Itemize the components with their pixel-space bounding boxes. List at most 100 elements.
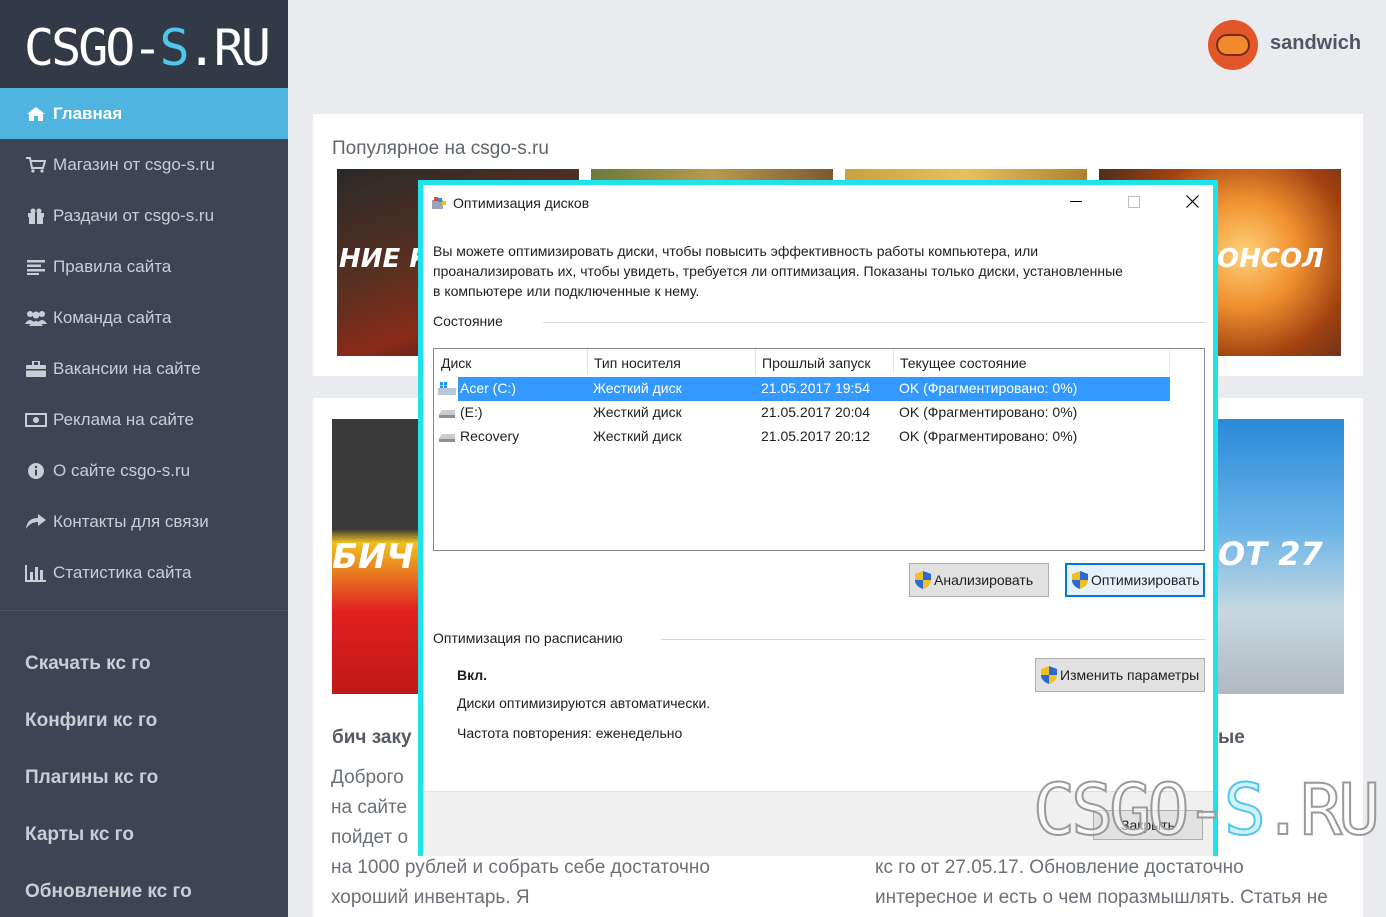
close-window-button[interactable] [1163,185,1221,218]
minimize-icon [1070,200,1082,202]
schedule-section-label: Оптимизация по расписанию [433,630,623,646]
column-header-current-status[interactable]: Текущее состояние [900,355,1027,371]
sidebar: CSGO-S.RU Главная Магазин от csgo-s.ru Р… [0,0,288,917]
schedule-state: Вкл. [457,667,488,683]
disk-media-type: Жесткий диск [593,404,682,420]
sidebar-item-label: Команда сайта [53,307,172,327]
sidebar-link-maps[interactable]: Карты кс го [25,824,134,846]
sidebar-link-configs[interactable]: Конфиги кс го [25,710,157,732]
disk-status: OK (Фрагментировано: 0%) [899,404,1078,420]
article-text-line: хороший инвентарь. Я [331,887,530,908]
article-text-line: кс го от 27.05.17. Обновление достаточно [875,857,1244,878]
article-text-line: на сайте [331,797,408,818]
column-separator[interactable] [755,349,756,374]
article-text-line: интересное и есть о чем поразмышлять. Ст… [875,887,1328,908]
logo-text: CSGO-S.RU [24,19,271,77]
column-separator[interactable] [893,349,894,374]
disk-media-type: Жесткий диск [593,428,682,444]
column-separator[interactable] [587,349,588,374]
sidebar-item-ads[interactable]: Реклама на сайте [0,394,288,445]
analyze-button[interactable]: Анализировать [909,563,1049,597]
disk-status: OK (Фрагментировано: 0%) [899,428,1078,444]
sidebar-item-label: Магазин от csgo-s.ru [53,154,215,174]
disk-row-c[interactable]: Acer (C:) Жесткий диск 21.05.2017 19:54 … [438,377,1170,401]
windows-drive-icon [438,382,456,395]
sidebar-item-contacts[interactable]: Контакты для связи [0,496,288,547]
sidebar-item-label: Правила сайта [53,256,172,276]
sidebar-item-team[interactable]: Команда сайта [0,292,288,343]
sidebar-item-stats[interactable]: Статистика сайта [0,547,288,598]
uac-shield-icon [1072,571,1088,589]
schedule-description: Диски оптимизируются автоматически. [457,695,711,711]
disk-name: (E:) [460,404,483,420]
username[interactable]: sandwich [1270,32,1361,55]
disk-last-run: 21.05.2017 19:54 [761,380,870,396]
sidebar-item-label: Контакты для связи [53,511,209,531]
article-title-2[interactable]: ые [1218,727,1245,749]
users-icon [25,309,47,327]
user-avatar[interactable] [1208,20,1258,70]
article-title-1[interactable]: бич заку [332,727,412,749]
sidebar-item-label: Реклама на сайте [53,409,194,429]
popular-title: Популярное на csgo-s.ru [332,138,549,159]
optimize-button-label: Оптимизировать [1091,572,1200,588]
disk-row-recovery[interactable]: Recovery Жесткий диск 21.05.2017 20:12 O… [439,425,1170,449]
column-header-last-run[interactable]: Прошлый запуск [762,355,871,371]
gift-icon [25,207,47,225]
dialog-titlebar[interactable]: Оптимизация дисков [423,185,1213,218]
drive-icon [439,410,455,418]
sidebar-link-plugins[interactable]: Плагины кс го [25,767,158,789]
change-settings-label: Изменить параметры [1060,667,1200,683]
burger-avatar-icon [1216,34,1250,56]
drive-icon [439,434,455,442]
sidebar-item-about[interactable]: О сайте csgo-s.ru [0,445,288,496]
analyze-button-label: Анализировать [934,572,1034,588]
disk-last-run: 21.05.2017 20:04 [761,404,870,420]
site-logo[interactable]: CSGO-S.RU [0,0,288,88]
dialog-body: Вы можете оптимизировать диски, чтобы по… [423,218,1213,856]
article-thumb-1[interactable]: БИЧ [332,419,422,694]
home-icon [25,105,47,123]
sidebar-item-shop[interactable]: Магазин от csgo-s.ru [0,139,288,190]
article-thumb-2[interactable]: ОТ 27 [1218,419,1344,694]
sidebar-item-home[interactable]: Главная [0,88,288,139]
maximize-icon [1128,195,1140,208]
uac-shield-icon [915,571,931,589]
sidebar-item-rules[interactable]: Правила сайта [0,241,288,292]
disk-name: Acer (C:) [460,380,516,396]
list-icon [25,258,47,276]
maximize-button[interactable] [1105,185,1163,218]
disk-row-e[interactable]: (E:) Жесткий диск 21.05.2017 20:04 OK (Ф… [439,401,1170,425]
disk-status: OK (Фрагментировано: 0%) [899,380,1078,396]
cart-icon [25,156,47,174]
column-header-media-type[interactable]: Тип носителя [594,355,681,371]
change-settings-button[interactable]: Изменить параметры [1035,658,1205,692]
sidebar-item-label: Главная [53,103,123,123]
disk-optimization-dialog: Оптимизация дисков Вы можете оптимизиров… [418,180,1218,856]
sidebar-item-vacancies[interactable]: Вакансии на сайте [0,343,288,394]
optimize-button[interactable]: Оптимизировать [1065,563,1205,597]
disk-list[interactable]: Диск Тип носителя Прошлый запуск Текущее… [433,348,1205,551]
share-icon [25,513,47,531]
article-text-line: пойдет о [331,827,409,848]
column-header-disk[interactable]: Диск [441,355,471,371]
sidebar-item-label: Раздачи от csgo-s.ru [53,205,215,225]
sidebar-link-updates[interactable]: Обновление кс го [25,881,192,903]
article-text-line: Доброго [331,767,404,788]
column-separator[interactable] [1169,349,1170,374]
disk-last-run: 21.05.2017 20:12 [761,428,870,444]
info-icon [25,462,47,480]
sidebar-link-download[interactable]: Скачать кс го [25,653,151,675]
status-section-label: Состояние [433,313,503,329]
sidebar-item-label: Вакансии на сайте [53,358,201,378]
defrag-app-icon [432,197,446,209]
minimize-button[interactable] [1047,185,1105,218]
sidebar-item-label: О сайте csgo-s.ru [53,460,191,480]
dialog-description: Вы можете оптимизировать диски, чтобы по… [433,243,1123,299]
uac-shield-icon [1041,666,1057,684]
schedule-section-divider [661,639,1205,640]
sidebar-item-label: Статистика сайта [53,562,192,582]
money-icon [25,411,47,429]
disk-media-type: Жесткий диск [593,380,682,396]
sidebar-item-giveaways[interactable]: Раздачи от csgo-s.ru [0,190,288,241]
